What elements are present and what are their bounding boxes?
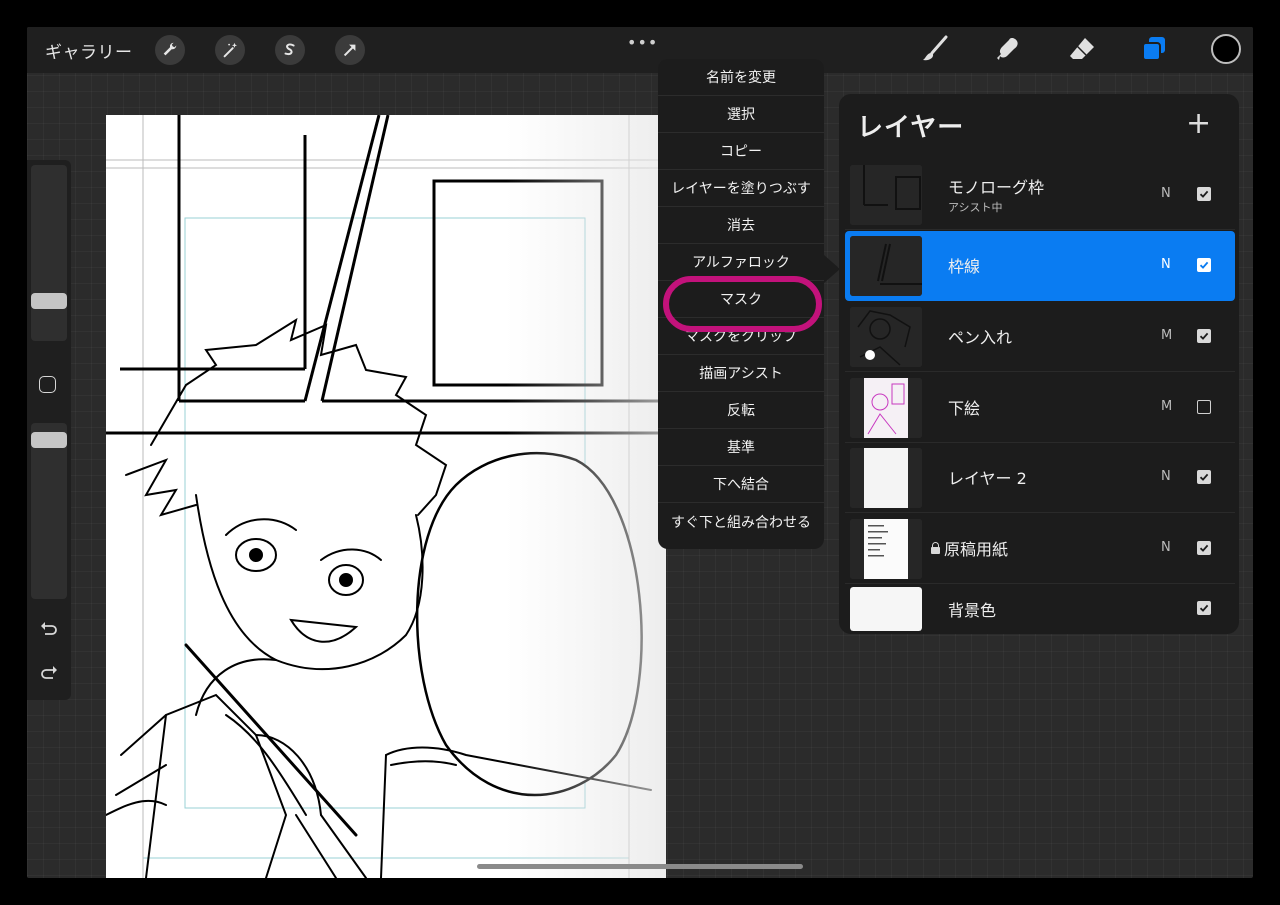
layer-row[interactable]: 原稿用紙 N: [845, 514, 1235, 584]
visibility-checkbox[interactable]: [1197, 187, 1211, 201]
undo-icon[interactable]: [38, 618, 60, 640]
top-toolbar: ギャラリー •••: [27, 27, 1253, 73]
layer-thumbnail[interactable]: [850, 165, 922, 225]
visibility-checkbox[interactable]: [1197, 601, 1211, 615]
layer-thumbnail[interactable]: [850, 448, 922, 508]
menu-item-13[interactable]: すぐ下と組み合わせる: [658, 503, 824, 540]
layer-name: 背景色: [948, 597, 996, 621]
menu-item-12[interactable]: 下へ結合: [658, 466, 824, 503]
layer-name-text: 原稿用紙: [944, 540, 1009, 559]
add-layer-button[interactable]: +: [1186, 106, 1211, 142]
menu-item-6[interactable]: アルファロック: [658, 244, 824, 281]
layer-name-text: 背景色: [948, 601, 997, 620]
menu-item-7[interactable]: マスク: [658, 281, 824, 318]
redo-icon[interactable]: [38, 662, 60, 684]
visibility-checkbox[interactable]: [1197, 470, 1211, 484]
layers-panel-title: レイヤー: [857, 113, 965, 143]
procreate-screen: ギャラリー ••• 名前を変更 選択 コピー レイヤーを塗りつぶす 消去 アルフ…: [27, 27, 1253, 878]
checkmark-icon: [1199, 473, 1209, 481]
layer-row[interactable]: レイヤー 2 N: [845, 443, 1235, 513]
layer-name: 下絵: [948, 395, 980, 419]
menu-item-5[interactable]: 消去: [658, 207, 824, 244]
brush-size-slider[interactable]: [31, 165, 67, 341]
menu-item-9[interactable]: 描画アシスト: [658, 355, 824, 392]
blend-mode-button[interactable]: N: [1161, 469, 1171, 484]
more-actions-button[interactable]: •••: [627, 33, 658, 52]
layer-thumbnail[interactable]: [850, 378, 922, 438]
layer-subtitle: アシスト中: [948, 201, 1003, 214]
transform-arrow-icon[interactable]: [335, 35, 365, 65]
opacity-thumb[interactable]: [31, 432, 67, 448]
layer-thumbnail[interactable]: [850, 236, 922, 296]
layer-name: モノローグ枠: [948, 174, 1044, 198]
checkmark-icon: [1199, 261, 1209, 269]
blend-mode-button[interactable]: N: [1161, 186, 1171, 201]
checkmark-icon: [1199, 544, 1209, 552]
opacity-slider[interactable]: [31, 423, 67, 599]
menu-item-1[interactable]: 名前を変更: [658, 59, 824, 96]
selection-icon[interactable]: [275, 35, 305, 65]
home-indicator[interactable]: [477, 864, 803, 869]
layer-thumbnail[interactable]: [850, 587, 922, 631]
layer-name-text: 枠線: [948, 257, 981, 276]
checkmark-icon: [1199, 190, 1209, 198]
modify-square-icon[interactable]: [39, 376, 56, 393]
layer-name-text: レイヤー 2: [948, 469, 1027, 488]
layer-row[interactable]: 下絵 M: [845, 373, 1235, 443]
menu-item-2[interactable]: 選択: [658, 96, 824, 133]
left-sidebar: [27, 160, 71, 700]
layer-thumbnail[interactable]: [850, 519, 922, 579]
gallery-button[interactable]: ギャラリー: [45, 38, 133, 63]
smudge-icon[interactable]: [993, 34, 1023, 64]
menu-item-8[interactable]: マスクをクリップ: [658, 318, 824, 355]
magic-wand-icon[interactable]: [215, 35, 245, 65]
canvas-shade: [506, 115, 666, 878]
lock-icon: [931, 542, 940, 554]
layer-name: 原稿用紙: [931, 536, 1008, 560]
layer-row[interactable]: ペン入れ M: [845, 302, 1235, 372]
menu-item-10[interactable]: 反転: [658, 392, 824, 429]
layer-name-text: モノローグ枠: [948, 178, 1045, 197]
blend-mode-button[interactable]: N: [1161, 540, 1171, 555]
layer-name: ペン入れ: [948, 324, 1012, 348]
menu-item-11[interactable]: 基準: [658, 429, 824, 466]
layer-row[interactable]: モノローグ枠アシスト中 N: [845, 160, 1235, 230]
layer-row[interactable]: 背景色: [845, 583, 1235, 635]
brush-size-thumb[interactable]: [31, 293, 67, 309]
drawing-canvas[interactable]: [106, 115, 666, 878]
color-picker-button[interactable]: [1211, 34, 1241, 64]
blend-mode-button[interactable]: M: [1161, 399, 1172, 414]
layer-thumbnail[interactable]: [850, 307, 922, 367]
layer-name-text: 下絵: [948, 399, 981, 418]
layer-row[interactable]: 枠線 N: [845, 231, 1235, 301]
layer-options-menu: 名前を変更 選択 コピー レイヤーを塗りつぶす 消去 アルファロック マスク マスクをクリップ…: [658, 59, 824, 549]
wrench-icon[interactable]: [155, 35, 185, 65]
visibility-checkbox[interactable]: [1197, 329, 1211, 343]
visibility-checkbox[interactable]: [1197, 541, 1211, 555]
visibility-checkbox[interactable]: [1197, 400, 1211, 414]
layer-name: レイヤー 2: [948, 465, 1027, 489]
menu-item-4[interactable]: レイヤーを塗りつぶす: [658, 170, 824, 207]
layer-name: 枠線: [948, 253, 980, 277]
layers-icon[interactable]: [1139, 34, 1169, 64]
checkmark-icon: [1199, 332, 1209, 340]
layer-name-text: ペン入れ: [948, 328, 1013, 347]
checkmark-icon: [1199, 604, 1209, 612]
blend-mode-button[interactable]: M: [1161, 328, 1172, 343]
menu-item-3[interactable]: コピー: [658, 133, 824, 170]
visibility-checkbox[interactable]: [1197, 258, 1211, 272]
blend-mode-button[interactable]: N: [1161, 257, 1171, 272]
menu-pointer: [824, 255, 840, 283]
brush-icon[interactable]: [920, 34, 950, 64]
eraser-icon[interactable]: [1067, 34, 1097, 64]
